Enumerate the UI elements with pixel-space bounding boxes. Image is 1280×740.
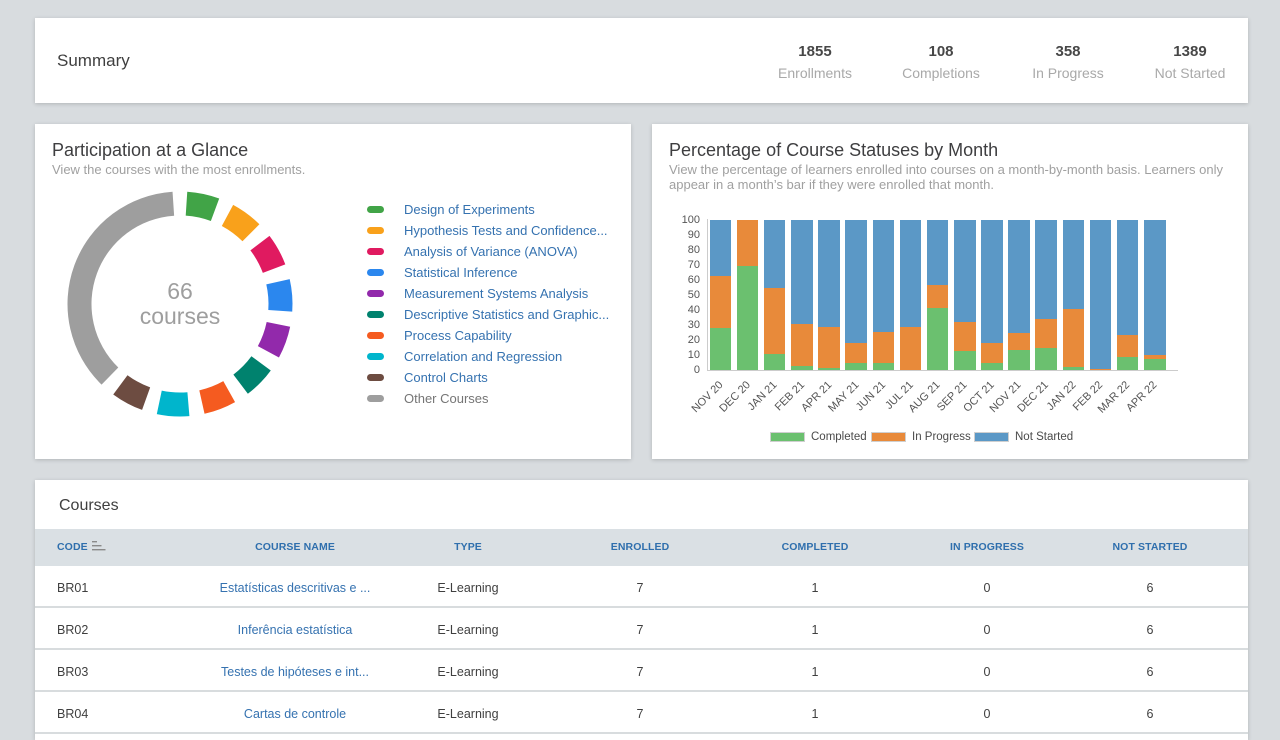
svg-text:courses: courses bbox=[140, 303, 221, 329]
svg-text:66: 66 bbox=[167, 278, 193, 304]
